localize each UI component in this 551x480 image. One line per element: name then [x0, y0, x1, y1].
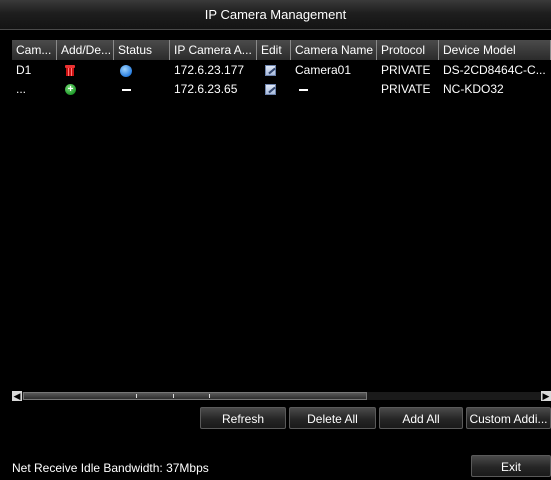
cell-camera-name: Camera01 [295, 63, 352, 77]
cell-edit [257, 61, 291, 80]
column-header-device-model[interactable]: Device Model [439, 40, 551, 60]
custom-adding-button[interactable]: Custom Addi... [466, 407, 551, 429]
column-header-add-delete[interactable]: Add/De... [57, 40, 114, 60]
scroll-right-icon[interactable]: ▶ [541, 391, 551, 401]
camera-table: Cam... Add/De... Status IP Camera A... E… [12, 40, 551, 388]
exit-button[interactable]: Exit [471, 455, 551, 477]
table-row[interactable]: D1 172.6.23.177 Camera01 PRIVATE DS-2CD8… [12, 61, 551, 80]
column-header-camera-name[interactable]: Camera Name [291, 40, 377, 60]
cell-add-delete [57, 61, 114, 80]
table-header: Cam... Add/De... Status IP Camera A... E… [12, 40, 551, 60]
refresh-button[interactable]: Refresh [200, 407, 286, 429]
status-none-dash [122, 88, 131, 91]
cell-ip-address: 172.6.23.65 [174, 82, 238, 96]
cell-protocol: PRIVATE [381, 63, 431, 77]
scroll-left-icon[interactable]: ◀ [12, 391, 22, 401]
delete-icon[interactable] [65, 65, 75, 76]
cell-camera: D1 [16, 63, 32, 77]
cell-edit [257, 80, 291, 99]
add-all-button[interactable]: Add All [379, 407, 463, 429]
cell-device-model: DS-2CD8464C-C... [443, 63, 546, 77]
scrollbar-tick [209, 394, 210, 398]
cell-camera: ... [16, 82, 27, 96]
column-header-edit[interactable]: Edit [257, 40, 291, 60]
window-title-text: IP Camera Management [204, 7, 347, 22]
window-title: IP Camera Management [0, 0, 551, 30]
add-icon[interactable]: + [65, 84, 76, 95]
scrollbar-tick [173, 394, 174, 398]
edit-icon[interactable] [265, 65, 276, 76]
cell-status [114, 80, 170, 99]
cell-protocol: PRIVATE [381, 82, 431, 96]
delete-all-button[interactable]: Delete All [289, 407, 376, 429]
cell-device-model: NC-KDO32 [443, 82, 504, 96]
scrollbar-thumb[interactable] [23, 392, 367, 400]
column-header-camera[interactable]: Cam... [12, 40, 57, 60]
bandwidth-status: Net Receive Idle Bandwidth: 37Mbps [12, 461, 209, 475]
ip-camera-management-window: IP Camera Management Cam... Add/De... St… [0, 0, 551, 480]
edit-icon[interactable] [265, 84, 276, 95]
camera-name-none-dash [299, 88, 308, 91]
cell-ip-address: 172.6.23.177 [174, 63, 245, 77]
horizontal-scrollbar[interactable]: ◀ ▶ [12, 391, 551, 401]
online-status-icon [120, 64, 132, 77]
cell-camera-name [291, 80, 377, 99]
column-header-ip-address[interactable]: IP Camera A... [170, 40, 257, 60]
table-row[interactable]: ... + 172.6.23.65 PRIVATE NC-KDO32 [12, 80, 551, 99]
column-header-status[interactable]: Status [114, 40, 170, 60]
column-header-protocol[interactable]: Protocol [377, 40, 439, 60]
cell-status [114, 61, 170, 80]
scrollbar-tick [136, 394, 137, 398]
cell-add-delete: + [57, 80, 114, 99]
